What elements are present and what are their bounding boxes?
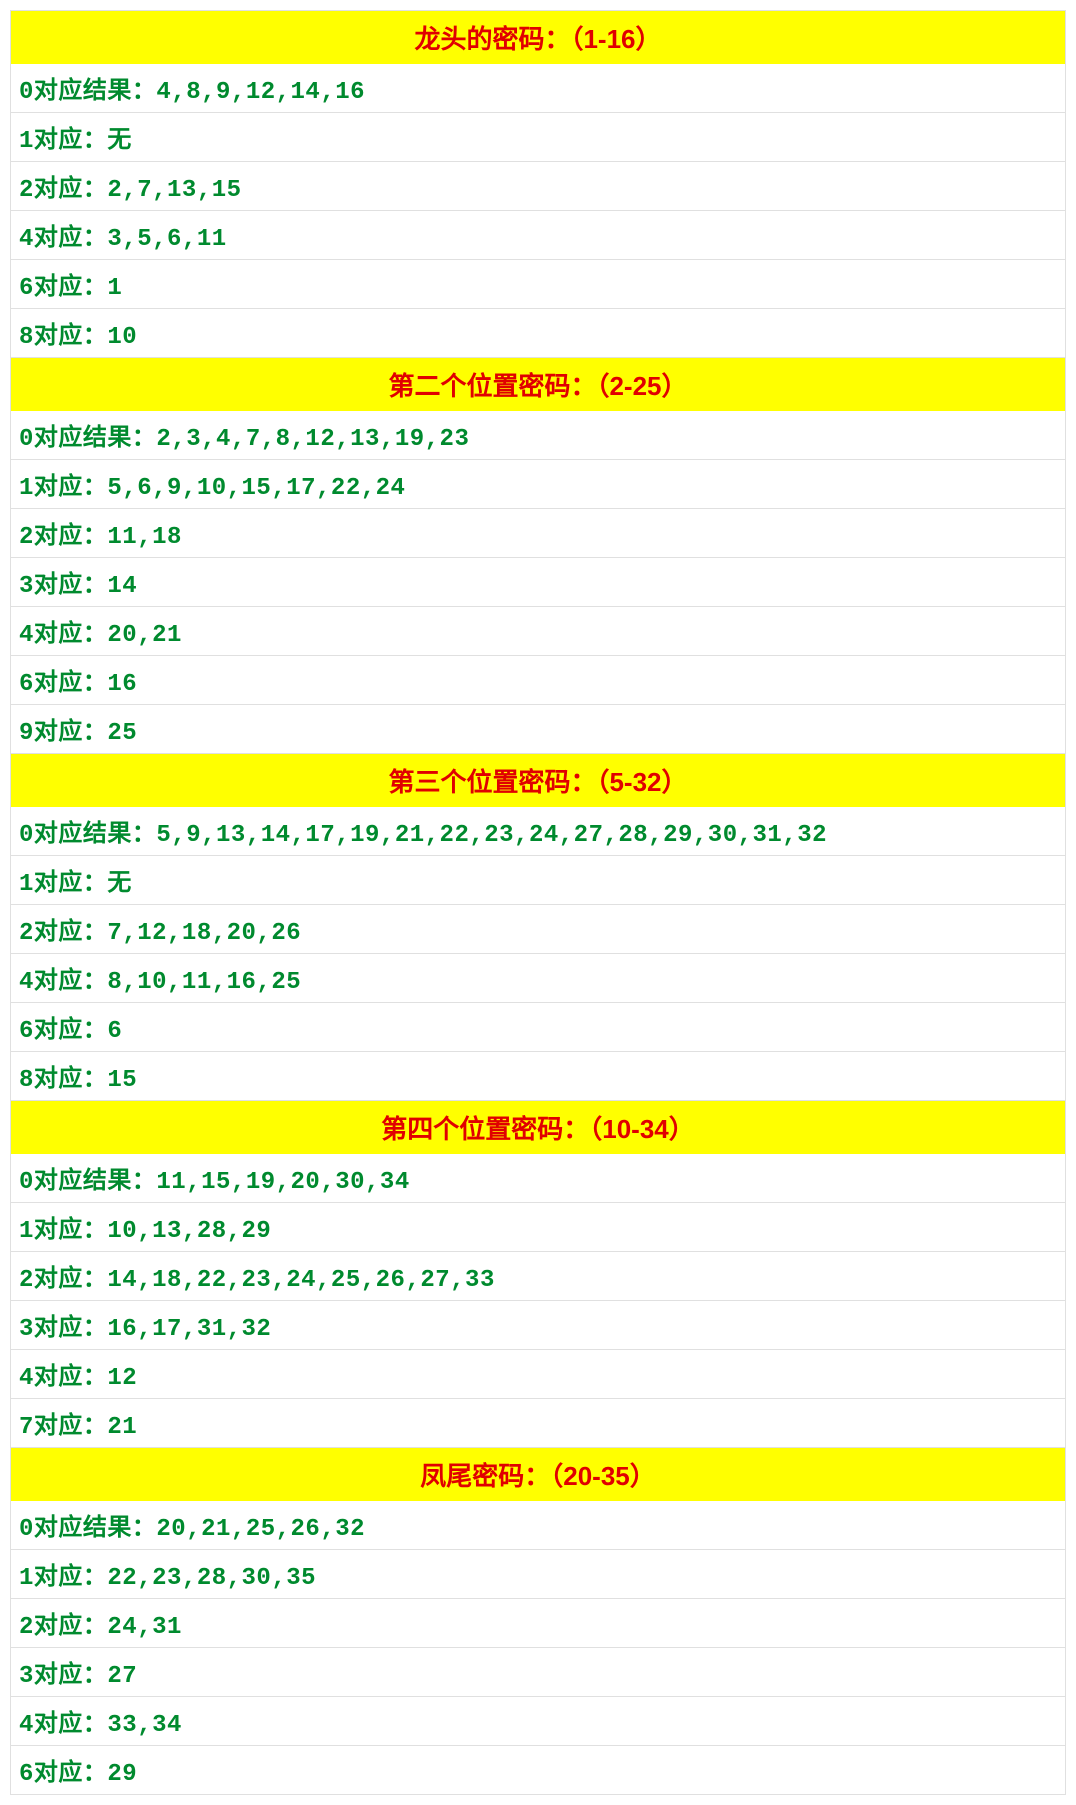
data-row: 4对应：8,10,11,16,25 <box>10 954 1066 1003</box>
data-row: 8对应：15 <box>10 1052 1066 1101</box>
data-row: 9对应：25 <box>10 705 1066 754</box>
data-row: 2对应：14,18,22,23,24,25,26,27,33 <box>10 1252 1066 1301</box>
data-row: 4对应：3,5,6,11 <box>10 211 1066 260</box>
data-row: 0对应结果：2,3,4,7,8,12,13,19,23 <box>10 411 1066 460</box>
section-header: 第二个位置密码：（2-25） <box>10 358 1066 411</box>
data-row: 3对应：16,17,31,32 <box>10 1301 1066 1350</box>
password-table-container: 龙头的密码：（1-16）0对应结果：4,8,9,12,14,161对应：无2对应… <box>0 0 1076 1805</box>
data-row: 1对应：22,23,28,30,35 <box>10 1550 1066 1599</box>
data-row: 6对应：16 <box>10 656 1066 705</box>
section-4: 凤尾密码：（20-35）0对应结果：20,21,25,26,321对应：22,2… <box>10 1448 1066 1795</box>
data-row: 4对应：20,21 <box>10 607 1066 656</box>
data-row: 4对应：12 <box>10 1350 1066 1399</box>
data-row: 2对应：2,7,13,15 <box>10 162 1066 211</box>
data-row: 3对应：27 <box>10 1648 1066 1697</box>
data-row: 2对应：24,31 <box>10 1599 1066 1648</box>
data-row: 0对应结果：11,15,19,20,30,34 <box>10 1154 1066 1203</box>
data-row: 7对应：21 <box>10 1399 1066 1448</box>
section-0: 龙头的密码：（1-16）0对应结果：4,8,9,12,14,161对应：无2对应… <box>10 10 1066 358</box>
data-row: 1对应：5,6,9,10,15,17,22,24 <box>10 460 1066 509</box>
section-1: 第二个位置密码：（2-25）0对应结果：2,3,4,7,8,12,13,19,2… <box>10 358 1066 754</box>
data-row: 1对应：10,13,28,29 <box>10 1203 1066 1252</box>
section-header: 龙头的密码：（1-16） <box>10 10 1066 64</box>
data-row: 6对应：1 <box>10 260 1066 309</box>
data-row: 6对应：29 <box>10 1746 1066 1795</box>
data-row: 1对应：无 <box>10 113 1066 162</box>
section-header: 凤尾密码：（20-35） <box>10 1448 1066 1501</box>
data-row: 2对应：7,12,18,20,26 <box>10 905 1066 954</box>
data-row: 2对应：11,18 <box>10 509 1066 558</box>
data-row: 3对应：14 <box>10 558 1066 607</box>
section-3: 第四个位置密码：（10-34）0对应结果：11,15,19,20,30,341对… <box>10 1101 1066 1448</box>
data-row: 1对应：无 <box>10 856 1066 905</box>
data-row: 0对应结果：20,21,25,26,32 <box>10 1501 1066 1550</box>
data-row: 8对应：10 <box>10 309 1066 358</box>
data-row: 0对应结果：4,8,9,12,14,16 <box>10 64 1066 113</box>
data-row: 0对应结果：5,9,13,14,17,19,21,22,23,24,27,28,… <box>10 807 1066 856</box>
section-2: 第三个位置密码：（5-32）0对应结果：5,9,13,14,17,19,21,2… <box>10 754 1066 1101</box>
data-row: 4对应：33,34 <box>10 1697 1066 1746</box>
section-header: 第四个位置密码：（10-34） <box>10 1101 1066 1154</box>
section-header: 第三个位置密码：（5-32） <box>10 754 1066 807</box>
data-row: 6对应：6 <box>10 1003 1066 1052</box>
